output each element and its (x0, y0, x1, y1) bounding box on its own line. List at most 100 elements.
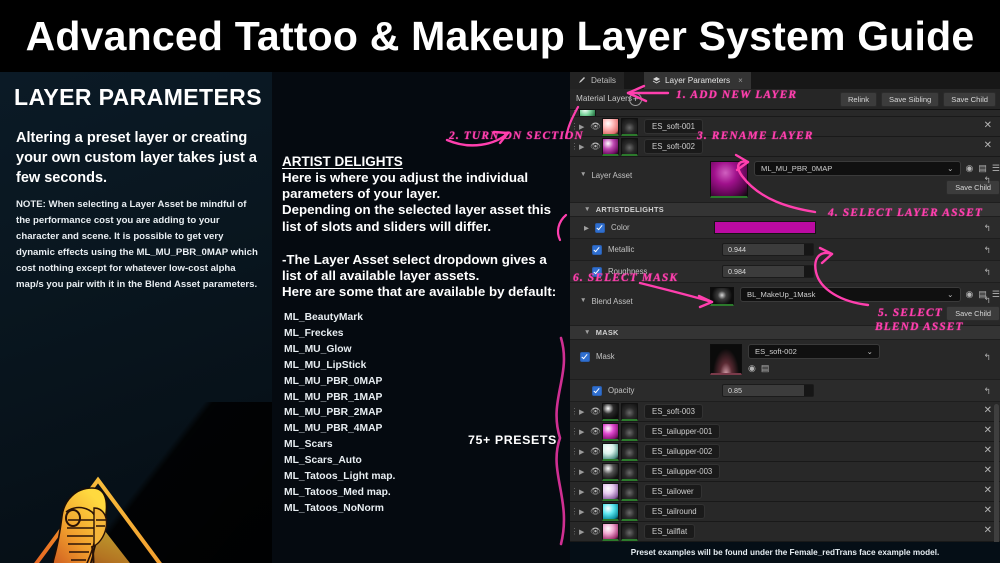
browse-icon[interactable]: ◉ (748, 363, 756, 374)
expand-arrow-icon[interactable]: ▶ (579, 508, 589, 516)
expand-arrow-icon[interactable]: ▶ (579, 468, 589, 476)
layer-name-field[interactable]: ES_soft-001 (644, 119, 703, 134)
layer-name-field[interactable]: ES_tailupper-003 (644, 464, 721, 479)
preset-layer-row[interactable]: ⋮ ▶ 👁 ES_tailower ✕ (570, 482, 1000, 502)
layer-name-field[interactable]: ES_tailower (644, 484, 702, 499)
layer-name-field[interactable]: ES_soft-003 (644, 404, 703, 419)
save-child-button[interactable]: Save Child (943, 92, 996, 107)
layer-thumbnail[interactable] (602, 402, 619, 421)
remove-layer-button[interactable]: ✕ (984, 121, 992, 131)
layer-mask-thumbnail[interactable] (621, 522, 638, 541)
layer-mask-thumbnail[interactable] (621, 422, 638, 441)
layer-name-field[interactable]: ES_tailflat (644, 524, 696, 539)
drag-handle-icon[interactable]: ⋮ (570, 507, 579, 516)
relink-button[interactable]: Relink (839, 92, 878, 107)
layer-name-field[interactable]: ES_tailround (644, 504, 705, 519)
slider-knob[interactable] (804, 244, 813, 255)
layer-thumbnail[interactable] (602, 482, 619, 501)
revert-icon[interactable]: ↰ (983, 245, 991, 256)
filter-icon[interactable]: ☰ (992, 163, 1000, 174)
visibility-eye-icon[interactable]: 👁 (589, 506, 602, 517)
chevron-down-icon[interactable]: ▼ (580, 297, 586, 304)
remove-layer-button[interactable]: ✕ (984, 526, 992, 536)
remove-layer-button[interactable]: ✕ (984, 506, 992, 516)
revert-icon[interactable]: ↰ (983, 175, 991, 186)
revert-icon[interactable]: ↰ (983, 386, 991, 397)
drag-handle-icon[interactable]: ⋮ (570, 427, 579, 436)
layer-mask-thumbnail[interactable] (621, 402, 638, 421)
layer-mask-thumbnail[interactable] (621, 442, 638, 461)
blend-asset-thumbnail[interactable] (710, 287, 734, 306)
visibility-eye-icon[interactable]: 👁 (589, 141, 602, 152)
expand-arrow-icon[interactable]: ▶ (579, 448, 589, 456)
remove-layer-button[interactable]: ✕ (984, 426, 992, 436)
layer-name-field[interactable]: ES_tailupper-002 (644, 444, 721, 459)
visibility-eye-icon[interactable]: 👁 (589, 446, 602, 457)
visibility-eye-icon[interactable]: 👁 (589, 466, 602, 477)
revert-icon[interactable]: ↰ (983, 223, 991, 234)
mask-thumbnail[interactable] (710, 344, 742, 375)
revert-icon[interactable]: ↰ (983, 352, 991, 363)
visibility-eye-icon[interactable]: 👁 (589, 526, 602, 537)
drag-handle-icon[interactable]: ⋮ (570, 110, 579, 116)
layer-mask-thumbnail[interactable] (621, 502, 638, 521)
expand-arrow-icon[interactable]: ▶ (579, 488, 589, 496)
visibility-eye-icon[interactable]: 👁 (589, 426, 602, 437)
save-sibling-button[interactable]: Save Sibling (881, 92, 940, 107)
layer-asset-thumbnail[interactable] (710, 161, 748, 198)
slider-knob[interactable] (804, 266, 813, 277)
visibility-eye-icon[interactable]: 👁 (589, 121, 602, 132)
add-new-layer-button[interactable]: + (629, 93, 642, 106)
preset-layer-row[interactable]: ⋮ ▶ 👁 ES_soft-003 ✕ (570, 402, 1000, 422)
remove-layer-button[interactable]: ✕ (984, 406, 992, 416)
opacity-slider[interactable]: 0.85 (722, 384, 814, 397)
browse-icon[interactable]: ◉ (966, 289, 974, 300)
layer-thumbnail[interactable] (602, 442, 619, 461)
layer-thumbnail[interactable] (602, 502, 619, 521)
close-icon[interactable]: × (738, 76, 743, 85)
layer-mask-thumbnail[interactable] (621, 117, 638, 136)
preset-layer-row[interactable]: ⋮ ▶ 👁 ES_tailround ✕ (570, 502, 1000, 522)
use-selected-icon[interactable]: ▤ (761, 363, 770, 374)
mask-dropdown[interactable]: ES_soft-002 ⌄ (748, 344, 880, 359)
visibility-eye-icon[interactable]: 👁 (589, 486, 602, 497)
drag-handle-icon[interactable]: ⋮ (570, 447, 579, 456)
layer-thumbnail[interactable] (602, 522, 619, 541)
revert-icon[interactable]: ↰ (983, 267, 991, 278)
filter-icon[interactable]: ☰ (992, 289, 1000, 300)
drag-handle-icon[interactable]: ⋮ (570, 467, 579, 476)
remove-layer-button[interactable]: ✕ (984, 466, 992, 476)
layer-asset-save-child-button[interactable]: Save Child (946, 180, 1000, 195)
vertical-scrollbar[interactable] (994, 404, 999, 563)
parameter-checkbox[interactable] (592, 244, 602, 255)
expand-arrow-icon[interactable]: ▶ (584, 224, 589, 232)
expand-arrow-icon[interactable]: ▶ (579, 428, 589, 436)
color-swatch[interactable] (714, 221, 816, 234)
layer-thumbnail[interactable] (579, 110, 596, 116)
layer-thumbnail[interactable] (602, 137, 619, 156)
layer-name-field[interactable]: ES_soft-002 (644, 139, 703, 154)
expand-arrow-icon[interactable]: ▶ (579, 408, 589, 416)
remove-layer-button[interactable]: ✕ (984, 141, 992, 151)
parameter-slider[interactable]: 0.944 (722, 243, 814, 256)
preset-layer-row[interactable]: ⋮ ▶ 👁 ES_tailupper-002 ✕ (570, 442, 1000, 462)
browse-icon[interactable]: ◉ (966, 163, 974, 174)
tab-layer-parameters[interactable]: Layer Parameters × (644, 72, 751, 89)
drag-handle-icon[interactable]: ⋮ (570, 407, 579, 416)
expand-arrow-icon[interactable]: ▶ (579, 528, 589, 536)
layer-thumbnail[interactable] (602, 117, 619, 136)
layer-thumbnail[interactable] (602, 422, 619, 441)
expand-arrow-icon[interactable]: ▶ (579, 143, 589, 151)
blend-asset-dropdown[interactable]: BL_MakeUp_1Mask ⌄ (740, 287, 961, 302)
drag-handle-icon[interactable]: ⋮ (570, 527, 579, 536)
remove-layer-button[interactable]: ✕ (984, 486, 992, 496)
layer-mask-thumbnail[interactable] (621, 137, 638, 156)
drag-handle-icon[interactable]: ⋮ (570, 487, 579, 496)
layer-mask-thumbnail[interactable] (621, 462, 638, 481)
parameter-slider[interactable]: 0.984 (722, 265, 814, 278)
preset-layer-row[interactable]: ⋮ ▶ 👁 ES_tailupper-001 ✕ (570, 422, 1000, 442)
opacity-checkbox[interactable] (592, 385, 602, 396)
use-selected-icon[interactable]: ▤ (978, 163, 987, 174)
remove-layer-button[interactable]: ✕ (984, 446, 992, 456)
tab-details[interactable]: Details (570, 72, 625, 89)
